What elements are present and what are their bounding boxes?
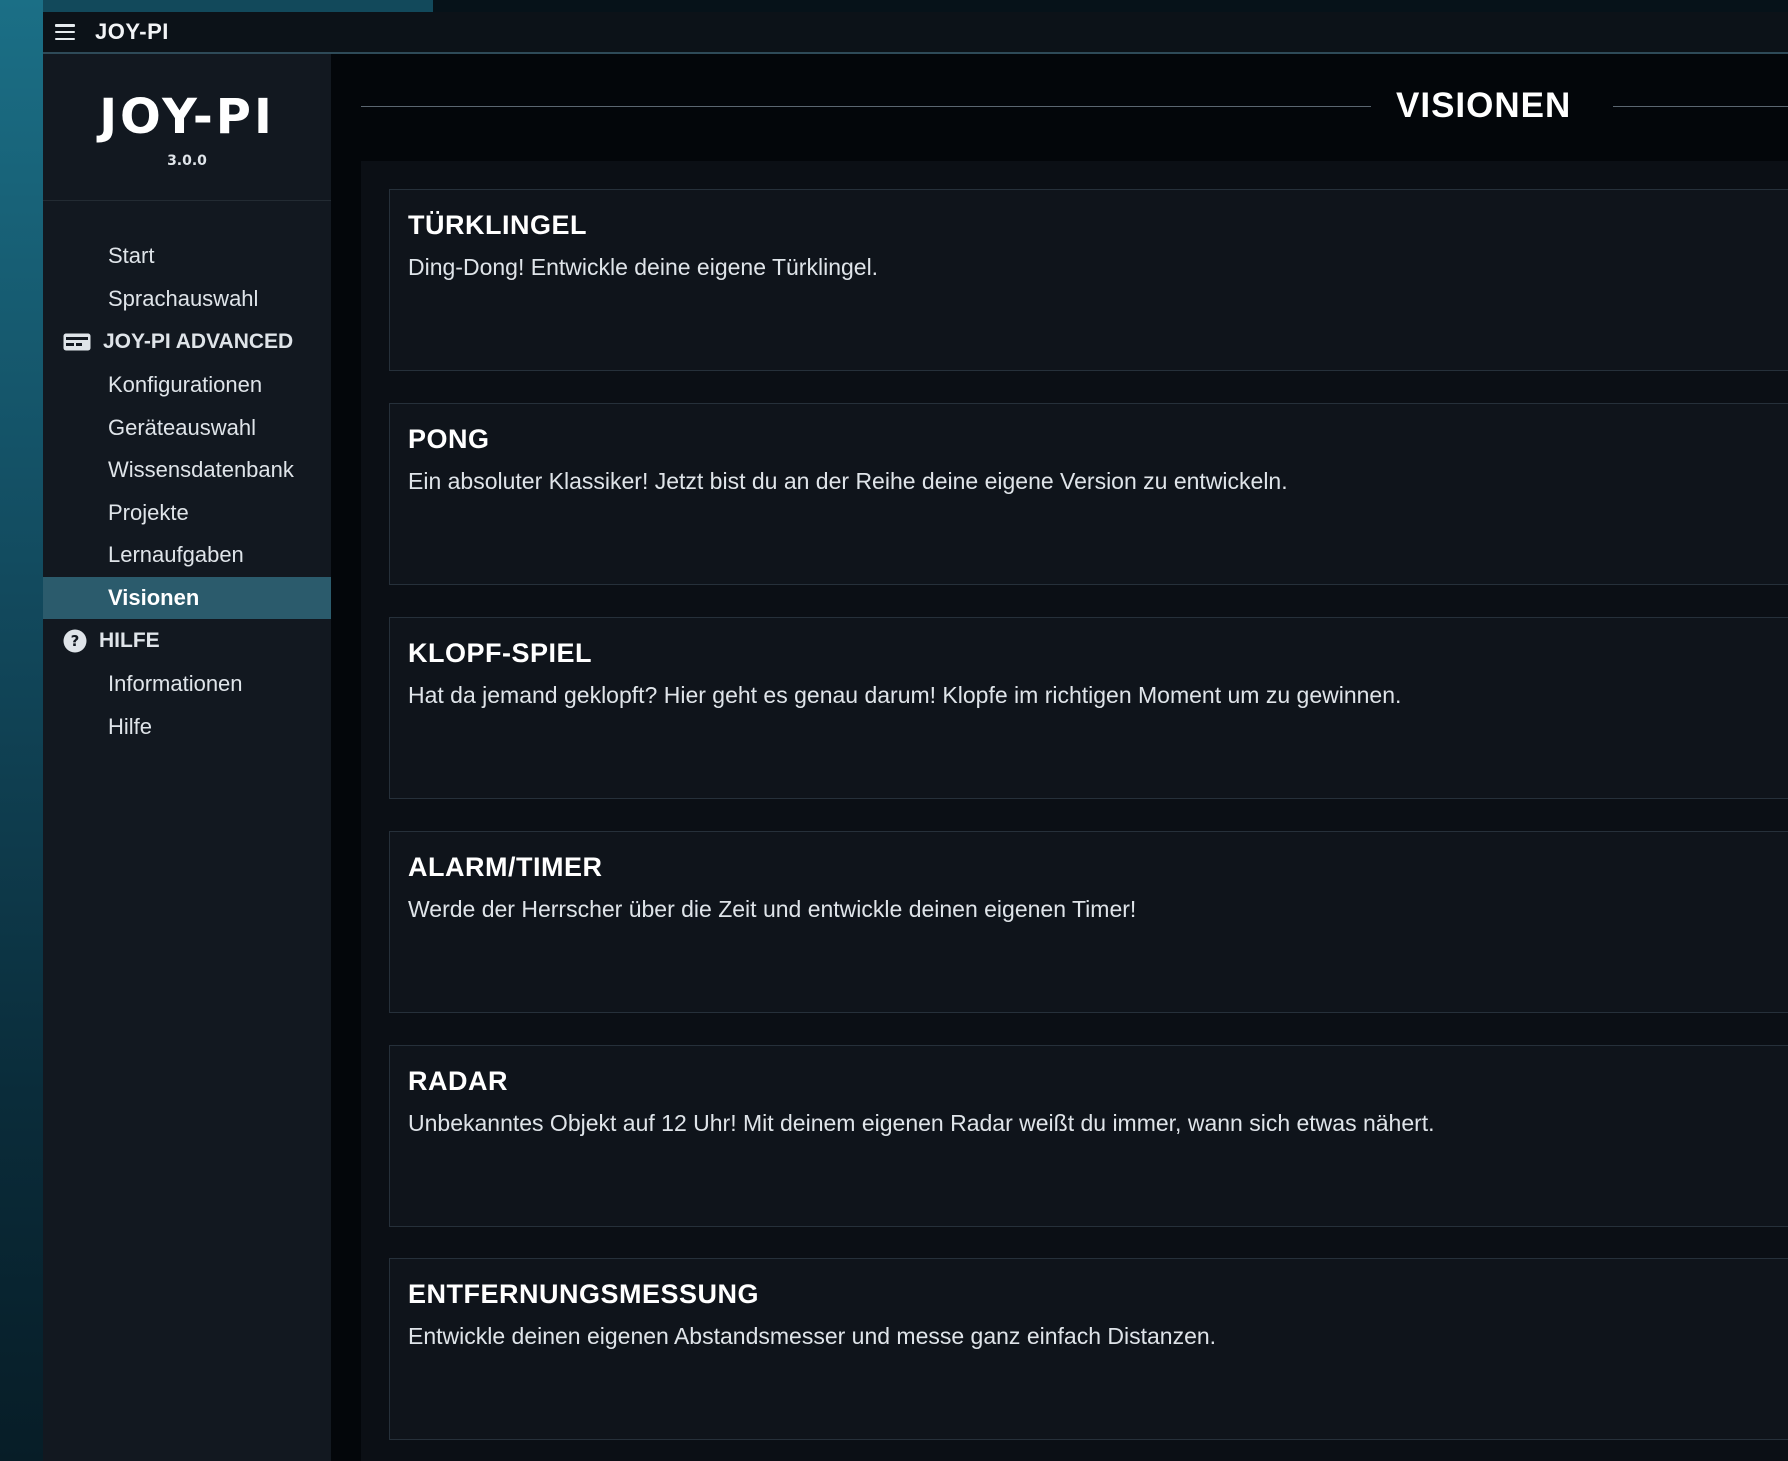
card-description: Entwickle deinen eigenen Abstandsmesser … bbox=[408, 1323, 1217, 1349]
page-heading: VISIONEN bbox=[361, 54, 1788, 161]
vision-card-klopf-spiel[interactable]: KLOPF-SPIEL Hat da jemand geklopft? Hier… bbox=[389, 617, 1788, 799]
svg-text:?: ? bbox=[71, 632, 80, 650]
sidebar-nav: Start Sprachauswahl JOY-PI ADVANCED Konf… bbox=[43, 201, 331, 748]
vision-card-tuerklingel[interactable]: TÜRKLINGEL Ding-Dong! Entwickle deine ei… bbox=[389, 189, 1788, 371]
sidebar-item-informationen[interactable]: Informationen bbox=[43, 663, 331, 706]
card-description: Ding-Dong! Entwickle deine eigene Türkli… bbox=[408, 254, 879, 280]
hamburger-icon[interactable] bbox=[55, 24, 75, 40]
card-icon bbox=[63, 333, 91, 351]
sidebar-item-konfigurationen[interactable]: Konfigurationen bbox=[43, 364, 331, 407]
sidebar-section-advanced-label: JOY-PI ADVANCED bbox=[103, 330, 294, 353]
logo: JOY-PI bbox=[99, 89, 275, 145]
heading-rule-right bbox=[1613, 106, 1788, 107]
card-list: TÜRKLINGEL Ding-Dong! Entwickle deine ei… bbox=[361, 161, 1788, 1461]
desktop-background-top bbox=[43, 0, 433, 12]
desktop-background bbox=[0, 0, 43, 1461]
sidebar-item-start[interactable]: Start bbox=[43, 235, 331, 278]
sidebar-item-projekte[interactable]: Projekte bbox=[43, 492, 331, 535]
vision-card-pong[interactable]: PONG Ein absoluter Klassiker! Jetzt bist… bbox=[389, 403, 1788, 585]
card-title: ENTFERNUNGSMESSUNG bbox=[408, 1279, 760, 1309]
card-description: Werde der Herrscher über die Zeit und en… bbox=[408, 896, 1137, 922]
card-description: Hat da jemand geklopft? Hier geht es gen… bbox=[408, 682, 1402, 708]
logo-area: JOY-PI 3.0.0 bbox=[43, 54, 331, 201]
vision-card-radar[interactable]: RADAR Unbekanntes Objekt auf 12 Uhr! Mit… bbox=[389, 1045, 1788, 1227]
sidebar-section-help-label: HILFE bbox=[99, 629, 160, 652]
page-title: VISIONEN bbox=[1396, 86, 1572, 125]
sidebar-item-geraeteauswahl[interactable]: Geräteauswahl bbox=[43, 407, 331, 450]
vision-card-entfernungsmessung[interactable]: ENTFERNUNGSMESSUNG Entwickle deinen eige… bbox=[389, 1258, 1788, 1440]
sidebar-item-wissensdatenbank[interactable]: Wissensdatenbank bbox=[43, 449, 331, 492]
sidebar-section-advanced: JOY-PI ADVANCED bbox=[43, 320, 331, 364]
question-circle-icon: ? bbox=[63, 629, 87, 653]
card-title: ALARM/TIMER bbox=[408, 852, 603, 882]
card-title: RADAR bbox=[408, 1066, 508, 1096]
heading-rule-left bbox=[361, 106, 1371, 107]
sidebar-item-visionen[interactable]: Visionen bbox=[43, 576, 331, 619]
main-panel: VISIONEN TÜRKLINGEL Ding-Dong! Entwickle… bbox=[331, 54, 1788, 1461]
sidebar-section-help: ? HILFE bbox=[43, 619, 331, 663]
title-bar: JOY-PI bbox=[43, 12, 1788, 54]
desktop-background-top-dark bbox=[433, 0, 1788, 12]
version-label: 3.0.0 bbox=[167, 153, 207, 169]
sidebar-item-hilfe[interactable]: Hilfe bbox=[43, 706, 331, 749]
card-title: TÜRKLINGEL bbox=[408, 210, 587, 240]
vision-card-alarm-timer[interactable]: ALARM/TIMER Werde der Herrscher über die… bbox=[389, 831, 1788, 1013]
sidebar-item-sprachauswahl[interactable]: Sprachauswahl bbox=[43, 278, 331, 321]
card-description: Unbekanntes Objekt auf 12 Uhr! Mit deine… bbox=[408, 1110, 1435, 1136]
app-window: JOY-PI JOY-PI 3.0.0 Start Sprachauswahl … bbox=[43, 12, 1788, 1461]
sidebar-item-lernaufgaben[interactable]: Lernaufgaben bbox=[43, 534, 331, 577]
window-title: JOY-PI bbox=[95, 19, 169, 44]
card-title: PONG bbox=[408, 424, 490, 454]
card-title: KLOPF-SPIEL bbox=[408, 638, 593, 668]
sidebar: JOY-PI 3.0.0 Start Sprachauswahl JOY-PI … bbox=[43, 54, 331, 1461]
card-description: Ein absoluter Klassiker! Jetzt bist du a… bbox=[408, 468, 1288, 494]
